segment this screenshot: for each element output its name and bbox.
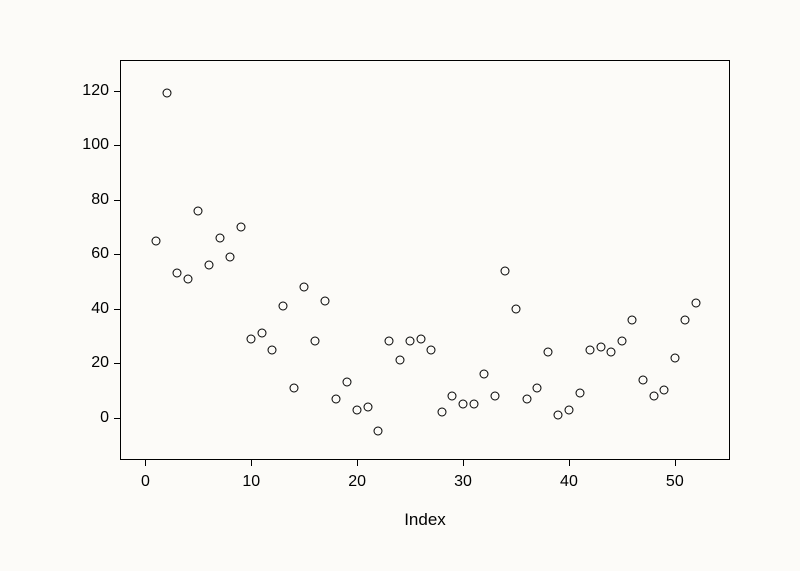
x-tick-label: 10: [242, 473, 260, 491]
data-point: [575, 389, 584, 398]
x-tick: [675, 459, 676, 466]
data-point: [427, 345, 436, 354]
data-point: [459, 400, 468, 409]
data-point: [681, 315, 690, 324]
data-point: [586, 345, 595, 354]
data-point: [501, 266, 510, 275]
data-point: [226, 252, 235, 261]
data-point: [406, 337, 415, 346]
y-axis-label: weights$attr_importance: [25, 0, 45, 60]
y-tick: [114, 363, 121, 364]
x-tick-label: 0: [141, 473, 150, 491]
y-tick: [114, 200, 121, 201]
x-tick-label: 40: [560, 473, 578, 491]
x-tick: [145, 459, 146, 466]
data-point: [533, 383, 542, 392]
data-point: [363, 402, 372, 411]
data-point: [331, 394, 340, 403]
data-point: [670, 353, 679, 362]
data-point: [395, 356, 404, 365]
x-tick-label: 50: [666, 473, 684, 491]
y-tick-label: 40: [91, 300, 109, 318]
data-point: [628, 315, 637, 324]
data-point: [151, 236, 160, 245]
data-point: [692, 299, 701, 308]
y-tick-label: 100: [82, 136, 109, 154]
y-tick: [114, 254, 121, 255]
data-point: [204, 261, 213, 270]
data-point: [321, 296, 330, 305]
x-tick: [357, 459, 358, 466]
data-point: [543, 348, 552, 357]
plot-area: 02040608010012001020304050: [120, 60, 730, 460]
data-point: [374, 427, 383, 436]
y-tick-label: 20: [91, 354, 109, 372]
data-point: [194, 206, 203, 215]
data-point: [596, 342, 605, 351]
y-tick-label: 120: [82, 82, 109, 100]
y-tick: [114, 418, 121, 419]
x-tick: [463, 459, 464, 466]
data-point: [649, 391, 658, 400]
x-axis-label: Index: [120, 510, 730, 530]
data-point: [289, 383, 298, 392]
data-point: [416, 334, 425, 343]
data-point: [437, 408, 446, 417]
data-point: [310, 337, 319, 346]
y-tick-label: 0: [100, 409, 109, 427]
data-point: [257, 329, 266, 338]
y-tick: [114, 91, 121, 92]
data-point: [617, 337, 626, 346]
data-point: [490, 391, 499, 400]
data-point: [183, 274, 192, 283]
x-tick: [251, 459, 252, 466]
data-point: [173, 269, 182, 278]
y-tick: [114, 145, 121, 146]
y-tick-label: 80: [91, 191, 109, 209]
x-tick-label: 30: [454, 473, 472, 491]
data-point: [564, 405, 573, 414]
data-point: [660, 386, 669, 395]
y-tick: [114, 309, 121, 310]
data-point: [162, 89, 171, 98]
data-point: [554, 411, 563, 420]
data-point: [247, 334, 256, 343]
data-point: [607, 348, 616, 357]
data-point: [342, 378, 351, 387]
data-point: [236, 222, 245, 231]
data-point: [268, 345, 277, 354]
data-point: [384, 337, 393, 346]
data-point: [279, 301, 288, 310]
x-tick-label: 20: [348, 473, 366, 491]
data-point: [522, 394, 531, 403]
y-tick-label: 60: [91, 245, 109, 263]
data-point: [639, 375, 648, 384]
data-point: [448, 391, 457, 400]
data-point: [512, 304, 521, 313]
data-point: [469, 400, 478, 409]
scatter-chart: weights$attr_importance Index 0204060801…: [0, 0, 800, 571]
x-tick: [569, 459, 570, 466]
data-point: [215, 233, 224, 242]
data-point: [300, 282, 309, 291]
data-point: [353, 405, 362, 414]
data-point: [480, 370, 489, 379]
